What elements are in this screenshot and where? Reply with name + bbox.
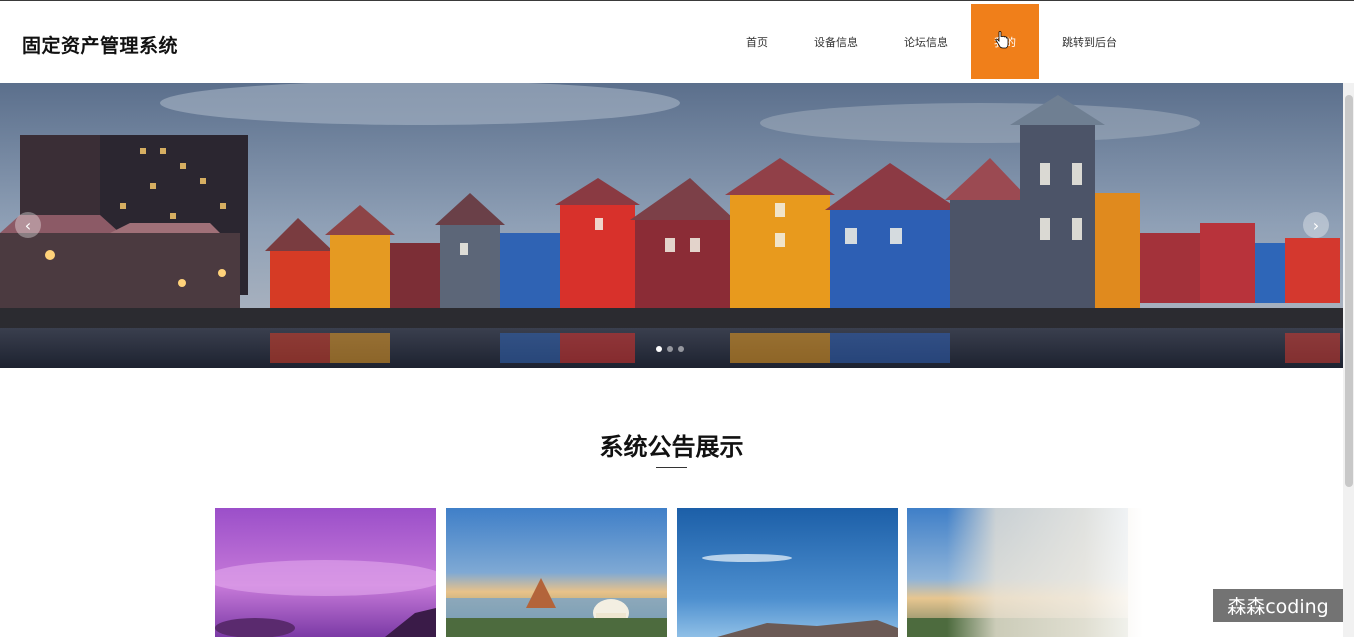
site-brand: 固定资产管理系统 xyxy=(22,35,179,57)
carousel-dot[interactable] xyxy=(678,346,684,352)
notice-card-image xyxy=(215,508,436,637)
notice-card[interactable] xyxy=(446,508,667,637)
watermark-label: 森森coding xyxy=(1213,589,1343,622)
banner-image xyxy=(0,83,1343,368)
nav-equipment-info[interactable]: 设备信息 xyxy=(791,4,881,79)
carousel-next-button[interactable]: › xyxy=(1303,212,1329,238)
hand-cursor-icon xyxy=(995,31,1009,49)
notice-card[interactable] xyxy=(677,508,898,637)
carousel-dot[interactable] xyxy=(667,346,673,352)
chevron-right-icon: › xyxy=(1312,215,1320,235)
blur-overlay xyxy=(947,508,1143,637)
page-scrollbar-thumb[interactable] xyxy=(1345,95,1353,487)
site-header: 固定资产管理系统 首页 设备信息 论坛信息 我的 跳转到后台 xyxy=(0,1,1354,82)
carousel-dot[interactable] xyxy=(656,346,662,352)
notice-card-image xyxy=(446,508,667,637)
main-nav: 首页 设备信息 论坛信息 我的 跳转到后台 xyxy=(723,4,1140,79)
nav-go-backend[interactable]: 跳转到后台 xyxy=(1039,4,1140,79)
chevron-left-icon: ‹ xyxy=(24,215,32,235)
banner-carousel xyxy=(0,83,1343,368)
nav-home[interactable]: 首页 xyxy=(723,4,791,79)
title-divider xyxy=(656,467,687,468)
notice-card[interactable] xyxy=(215,508,436,637)
notice-section-title: 系统公告展示 xyxy=(599,433,744,461)
carousel-indicators xyxy=(656,346,684,352)
notice-card-image xyxy=(677,508,898,637)
carousel-prev-button[interactable]: ‹ xyxy=(15,212,41,238)
nav-forum-info[interactable]: 论坛信息 xyxy=(881,4,971,79)
